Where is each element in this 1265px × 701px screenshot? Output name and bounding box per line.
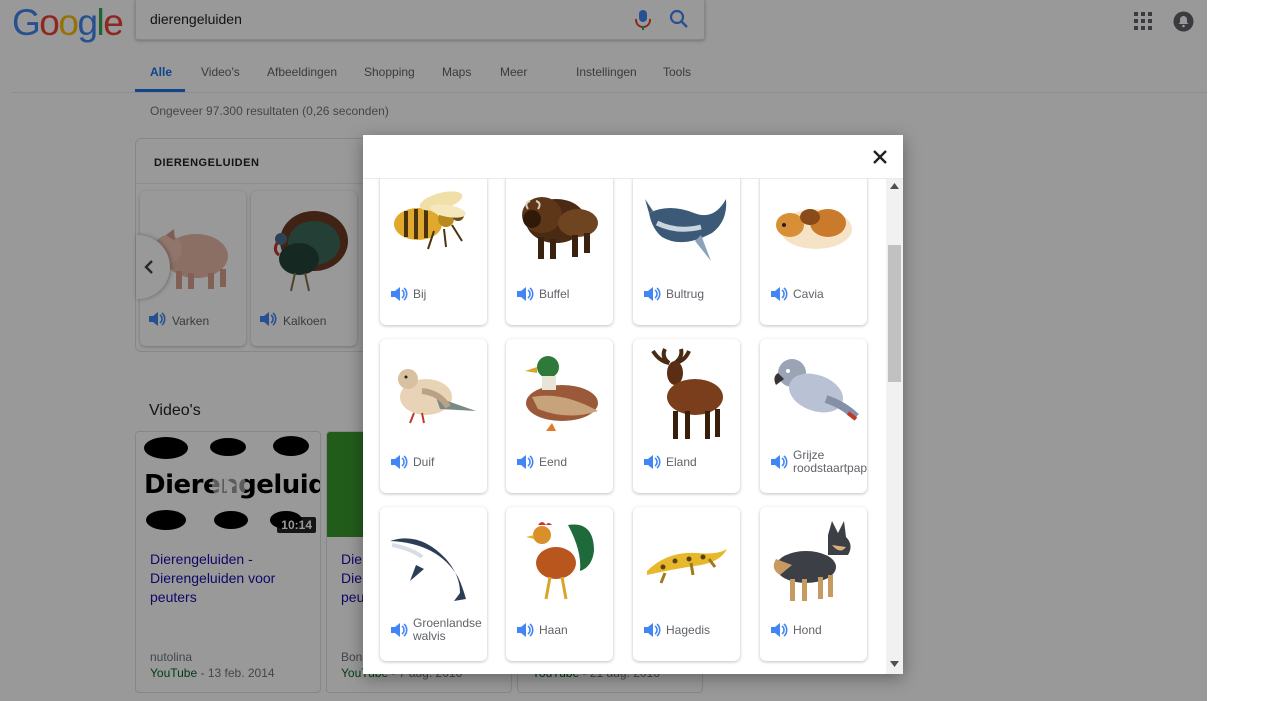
- speaker-icon[interactable]: [390, 454, 408, 470]
- animal-label: Grijze roodstaartpap: [793, 449, 867, 475]
- speaker-icon[interactable]: [516, 622, 534, 638]
- speaker-icon[interactable]: [643, 622, 661, 638]
- bison-image: [522, 197, 598, 259]
- dog-image: [773, 521, 851, 601]
- animal-card-bultrug[interactable]: Bultrug: [633, 179, 740, 325]
- guinea-pig-image: [776, 209, 852, 249]
- animal-label: Groenlandse walvis: [413, 617, 482, 643]
- animal-card-hond[interactable]: Hond: [760, 507, 867, 661]
- animal-card-groenlandse-walvis[interactable]: Groenlandse walvis: [380, 507, 487, 661]
- animal-label: Eland: [666, 456, 697, 469]
- speaker-icon[interactable]: [390, 622, 408, 638]
- speaker-icon[interactable]: [770, 622, 788, 638]
- animal-label: Bultrug: [666, 288, 705, 301]
- animal-label: Hond: [793, 624, 822, 637]
- animal-card-hagedis[interactable]: Hagedis: [633, 507, 740, 661]
- dialog-scrollbar[interactable]: [886, 179, 903, 674]
- rooster-image: [526, 522, 594, 600]
- dialog-body: Bij Buffel Bultrug Cavia Duif Eend Eland…: [363, 179, 885, 674]
- speaker-icon[interactable]: [770, 286, 788, 302]
- bee-image: [394, 191, 466, 250]
- duck-image: [525, 356, 598, 431]
- speaker-icon[interactable]: [516, 286, 534, 302]
- bowhead-whale-image: [390, 538, 466, 601]
- animal-sounds-dialog: Bij Buffel Bultrug Cavia Duif Eend Eland…: [363, 135, 903, 674]
- animal-label: Hagedis: [666, 624, 711, 637]
- animal-card-grijze-roodstaartpapegaai[interactable]: Grijze roodstaartpap: [760, 339, 867, 493]
- speaker-icon[interactable]: [390, 286, 408, 302]
- speaker-icon[interactable]: [643, 286, 661, 302]
- animal-label: Bij: [413, 288, 427, 301]
- animal-card-duif[interactable]: Duif: [380, 339, 487, 493]
- animal-label: Eend: [539, 456, 568, 469]
- animal-card-bij[interactable]: Bij: [380, 179, 487, 325]
- speaker-icon[interactable]: [770, 454, 788, 470]
- humpback-whale-image: [645, 199, 727, 261]
- animal-card-cavia[interactable]: Cavia: [760, 179, 867, 325]
- scrollbar-thumb[interactable]: [888, 245, 901, 382]
- lizard-image: [647, 549, 727, 584]
- close-icon[interactable]: [871, 148, 889, 166]
- animal-card-eend[interactable]: Eend: [506, 339, 613, 493]
- grey-parrot-image: [774, 359, 859, 421]
- animal-card-haan[interactable]: Haan: [506, 507, 613, 661]
- animal-label: Buffel: [539, 288, 570, 301]
- animal-label: Cavia: [793, 288, 824, 301]
- speaker-icon[interactable]: [516, 454, 534, 470]
- dialog-header: [363, 135, 903, 179]
- animal-label: Haan: [539, 624, 568, 637]
- scroll-up-arrow-icon[interactable]: [890, 183, 899, 189]
- speaker-icon[interactable]: [643, 454, 661, 470]
- dove-image: [398, 369, 476, 424]
- animal-card-eland[interactable]: Eland: [633, 339, 740, 493]
- animal-label: Duif: [413, 456, 435, 469]
- scroll-down-arrow-icon[interactable]: [890, 661, 899, 667]
- moose-image: [651, 348, 723, 439]
- animal-card-buffel[interactable]: Buffel: [506, 179, 613, 325]
